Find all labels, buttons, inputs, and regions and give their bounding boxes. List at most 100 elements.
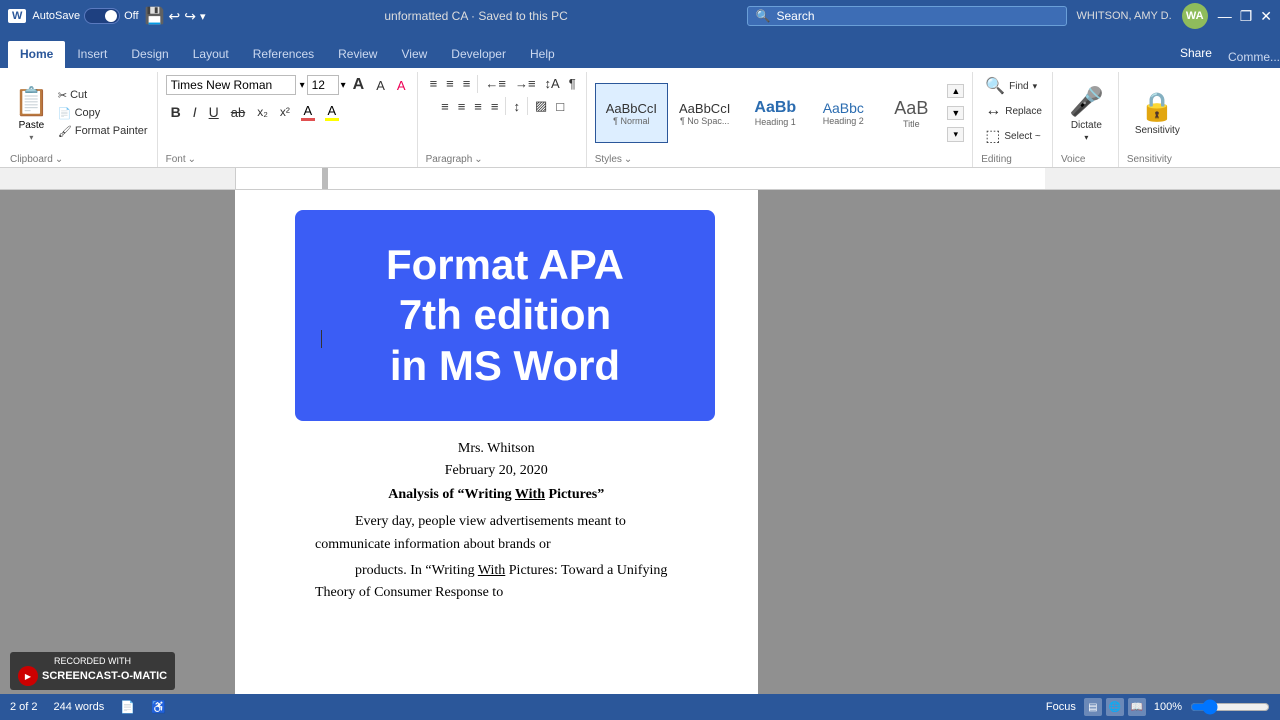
style-heading1[interactable]: AaBb Heading 1 <box>741 83 809 143</box>
style-title-preview: AaB <box>894 98 928 119</box>
find-button[interactable]: 🔍 Find ▾ <box>981 74 1041 98</box>
status-bar: 2 of 2 244 words 📄 ♿ Focus ▤ 🌐 📖 100% <box>0 694 1280 720</box>
font-group-label[interactable]: Font ⌄ <box>166 154 411 167</box>
share-button[interactable]: Share <box>1170 42 1222 64</box>
minimize-button[interactable]: — <box>1218 8 1232 25</box>
editing-group-label[interactable]: Editing <box>981 154 1046 167</box>
justify-button[interactable]: ≡ <box>487 97 503 116</box>
style-normal[interactable]: AaBbCcI ¶ Normal <box>595 83 668 143</box>
tab-view[interactable]: View <box>389 41 439 68</box>
dictate-button[interactable]: 🎤 Dictate ▾ <box>1061 81 1112 146</box>
user-avatar[interactable]: WA <box>1182 3 1208 29</box>
styles-scroll-down[interactable]: ▼ <box>947 106 964 120</box>
subscript-button[interactable]: x₂ <box>252 103 273 121</box>
watermark-line2: SCREENCAST-O-MATIC <box>42 670 167 682</box>
status-bar-right: Focus ▤ 🌐 📖 100% <box>1046 698 1270 716</box>
highlight-button[interactable]: A <box>321 101 343 123</box>
font-grow-button[interactable]: A <box>348 74 370 96</box>
style-no-space-preview: AaBbCcI <box>679 101 730 116</box>
ruler-indent-marker[interactable] <box>322 168 328 189</box>
strikethrough-button[interactable]: ab <box>226 103 250 122</box>
font-content: ▾ ▾ A A A B I U ab x₂ x² A <box>166 72 411 154</box>
font-shrink-button[interactable]: A <box>371 76 390 95</box>
styles-scroll-buttons: ▲ ▼ ▾ <box>945 82 966 144</box>
undo-button[interactable]: ↩ <box>169 8 181 25</box>
ruler-content[interactable] <box>235 168 1045 189</box>
font-size-arrow[interactable]: ▾ <box>341 80 346 91</box>
redo-button[interactable]: ↪ <box>184 8 196 25</box>
sort-button[interactable]: ↕A <box>541 74 564 93</box>
text-color-button[interactable]: A <box>297 101 319 123</box>
bullets-button[interactable]: ≡ <box>426 74 442 93</box>
align-center-button[interactable]: ≡ <box>454 97 470 116</box>
copy-button[interactable]: 📄 Copy <box>55 105 151 122</box>
customize-button[interactable]: ▾ <box>200 10 206 23</box>
tab-layout[interactable]: Layout <box>181 41 241 68</box>
editing-content: 🔍 Find ▾ ↔ Replace ⬚ Select ~ <box>981 72 1046 154</box>
cut-button[interactable]: ✂ Cut <box>55 87 151 104</box>
document-area[interactable]: Format APA7th editionin MS Word Mrs. Whi… <box>235 190 758 694</box>
tab-insert[interactable]: Insert <box>65 41 119 68</box>
styles-more[interactable]: ▾ <box>947 127 964 142</box>
underline-button[interactable]: U <box>204 102 224 122</box>
ruler <box>0 168 1280 190</box>
styles-scroll-up[interactable]: ▲ <box>947 84 964 98</box>
tab-review[interactable]: Review <box>326 41 389 68</box>
font-size-input[interactable] <box>307 75 339 95</box>
restore-button[interactable]: ❐ <box>1240 8 1253 25</box>
tab-design[interactable]: Design <box>119 41 180 68</box>
view-print-button[interactable]: ▤ <box>1084 698 1102 716</box>
zoom-level[interactable]: 100% <box>1154 701 1182 713</box>
borders-button[interactable]: □ <box>552 97 568 116</box>
style-no-space[interactable]: AaBbCcI ¶ No Spac... <box>668 83 741 143</box>
multilevel-button[interactable]: ≡ <box>459 74 475 93</box>
style-title[interactable]: AaB Title <box>877 83 945 143</box>
focus-label[interactable]: Focus <box>1046 701 1076 713</box>
tab-developer[interactable]: Developer <box>439 41 518 68</box>
comments-button[interactable]: Comme... <box>1228 50 1280 64</box>
italic-button[interactable]: I <box>188 102 202 122</box>
font-name-arrow[interactable]: ▾ <box>300 80 305 91</box>
tab-home[interactable]: Home <box>8 41 65 68</box>
author-name: Mrs. Whitson <box>315 441 678 457</box>
status-bar-left: 2 of 2 244 words 📄 ♿ <box>10 700 166 714</box>
autosave-section[interactable]: AutoSave Off <box>32 8 138 24</box>
bold-button[interactable]: B <box>166 102 186 122</box>
autosave-toggle[interactable] <box>84 8 120 24</box>
zoom-slider[interactable] <box>1190 699 1270 715</box>
shading-button[interactable]: ▨ <box>531 96 551 116</box>
search-icon: 🔍 <box>756 9 771 23</box>
show-hide-button[interactable]: ¶ <box>565 74 580 93</box>
align-left-button[interactable]: ≡ <box>437 97 453 116</box>
paragraph-group-label[interactable]: Paragraph ⌄ <box>426 154 580 167</box>
styles-group-label[interactable]: Styles ⌄ <box>595 154 967 167</box>
highlight-bar <box>325 118 339 121</box>
clear-format-button[interactable]: A <box>392 76 411 95</box>
decrease-indent-button[interactable]: ←≡ <box>481 74 510 93</box>
paste-button[interactable]: 📋 Paste ▾ <box>10 83 53 144</box>
numbered-button[interactable]: ≡ <box>442 74 458 93</box>
font-name-input[interactable] <box>166 75 296 95</box>
line-spacing-button[interactable]: ↕ <box>509 97 524 116</box>
autosave-knob <box>105 10 117 22</box>
view-read-button[interactable]: 📖 <box>1128 698 1146 716</box>
search-box[interactable]: 🔍 Search <box>747 6 1067 26</box>
save-button[interactable]: 💾 <box>145 6 165 26</box>
format-painter-button[interactable]: 🖌 Format Painter <box>55 123 151 140</box>
clipboard-group-label[interactable]: Clipboard ⌄ <box>10 154 151 167</box>
tab-references[interactable]: References <box>241 41 326 68</box>
voice-group-label[interactable]: Voice <box>1061 154 1112 167</box>
sensitivity-group-label[interactable]: Sensitivity <box>1127 154 1188 167</box>
replace-button[interactable]: ↔ Replace <box>981 100 1046 122</box>
select-button[interactable]: ⬚ Select ~ <box>981 124 1045 148</box>
superscript-button[interactable]: x² <box>275 103 295 121</box>
style-heading2[interactable]: AaBbc Heading 2 <box>809 83 877 143</box>
view-web-button[interactable]: 🌐 <box>1106 698 1124 716</box>
clipboard-small-buttons: ✂ Cut 📄 Copy 🖌 Format Painter <box>55 87 151 140</box>
close-button[interactable]: ✕ <box>1260 8 1272 25</box>
paragraph-2: products. In “Writing With Pictures: Tow… <box>315 560 678 605</box>
align-right-button[interactable]: ≡ <box>470 97 486 116</box>
tab-help[interactable]: Help <box>518 41 567 68</box>
increase-indent-button[interactable]: →≡ <box>511 74 540 93</box>
sensitivity-button[interactable]: 🔒 Sensitivity <box>1127 86 1188 140</box>
